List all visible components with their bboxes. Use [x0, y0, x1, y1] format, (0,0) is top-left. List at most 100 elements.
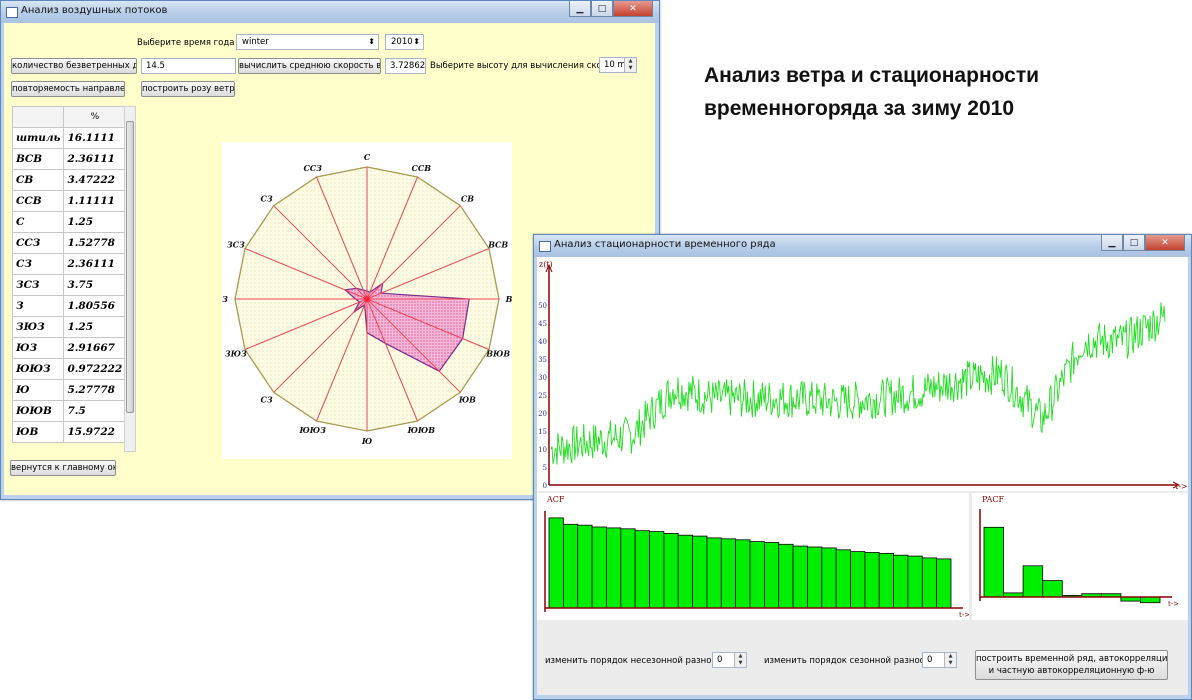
table-row[interactable]: ЮЮЗ 0.972222: [11, 358, 127, 380]
direction-cell: СЗ: [11, 253, 65, 275]
wind-rose-button[interactable]: построить розу ветров: [141, 81, 235, 97]
acf-bar: [936, 558, 952, 609]
table-row[interactable]: ЮВ 15.9722: [11, 421, 127, 443]
rose-direction-label: СВ: [461, 194, 474, 204]
direction-cell: ЮВ: [11, 421, 65, 443]
height-spinbox[interactable]: 10 m ▲ ▼: [599, 57, 637, 73]
percent-cell[interactable]: 2.36111: [63, 148, 127, 170]
season-select-value: winter: [242, 37, 269, 47]
percent-cell[interactable]: 7.5: [63, 400, 127, 422]
seasonal-diff-spinbox[interactable]: 0 ▲ ▼: [922, 652, 957, 668]
rose-direction-label: ЮЮВ: [407, 425, 436, 435]
rose-direction-label: ЮЮЗ: [299, 425, 327, 435]
rose-direction-label: СЗ: [261, 394, 273, 404]
acf-bar: [850, 551, 866, 609]
window-titlebar[interactable]: Анализ воздушных потоков ▁ □ ✕: [1, 1, 659, 23]
direction-cell: ЗСЗ: [11, 274, 65, 296]
close-icon[interactable]: ✕: [613, 1, 653, 17]
close-icon[interactable]: ✕: [1145, 235, 1185, 251]
rose-direction-label: С: [364, 152, 371, 162]
direction-cell: З: [11, 295, 65, 317]
rose-center: [364, 296, 370, 302]
maximize-icon[interactable]: □: [1123, 235, 1145, 251]
window-titlebar[interactable]: Анализ стационарности временного ряда ▁ …: [534, 235, 1191, 257]
stationarity-client: z(t) t-> 0 5 10 15 20 25 30 35 40 45 50 ACF t-> PACF t…: [537, 257, 1188, 695]
direction-cell: ССВ: [11, 190, 65, 212]
maximize-icon[interactable]: □: [591, 1, 613, 17]
scrollbar-thumb[interactable]: [126, 121, 134, 413]
rose-direction-label: ВЮВ: [485, 348, 510, 358]
ts-y-tick-label: 25: [538, 392, 547, 400]
rose-direction-label: Ю: [361, 436, 372, 446]
build-series-button[interactable]: построить временной ряд, автокорреляцион…: [975, 650, 1168, 680]
rose-direction-label: З: [222, 294, 228, 304]
table-row[interactable]: ВСВ 2.36111: [11, 148, 127, 170]
acf-bar: [591, 526, 607, 609]
table-row[interactable]: ЗЮЗ 1.25: [11, 316, 127, 338]
acf-bar: [634, 530, 650, 609]
table-row[interactable]: Ю 5.27778: [11, 379, 127, 401]
percent-cell[interactable]: 3.47222: [63, 169, 127, 191]
calm-days-button[interactable]: количество безветренных дней: [11, 58, 137, 74]
direction-frequency-button[interactable]: повторяемость направлений: [11, 81, 125, 97]
percent-cell[interactable]: 2.36111: [63, 253, 127, 275]
direction-cell: ССЗ: [11, 232, 65, 254]
table-row[interactable]: ССВ 1.11111: [11, 190, 127, 212]
percent-cell[interactable]: 1.25: [63, 316, 127, 338]
table-row[interactable]: ЗСЗ 3.75: [11, 274, 127, 296]
rose-direction-label: ЗСЗ: [227, 240, 245, 250]
table-scrollbar[interactable]: [124, 106, 136, 452]
table-row[interactable]: З 1.80556: [11, 295, 127, 317]
window-title: Анализ воздушных потоков: [21, 5, 168, 16]
avg-speed-button[interactable]: вычислить среднюю скорость ветра: [238, 58, 381, 74]
table-row[interactable]: СЗ 2.36111: [11, 253, 127, 275]
acf-bar: [720, 538, 737, 609]
spin-arrows-icon[interactable]: ▲ ▼: [734, 653, 746, 667]
percent-cell[interactable]: 5.27778: [63, 379, 127, 401]
direction-cell: ЗЮЗ: [11, 316, 65, 338]
ts-y-label: z(t): [539, 260, 553, 269]
ts-y-tick-label: 45: [538, 320, 547, 328]
acf-bar: [763, 542, 780, 609]
percent-cell[interactable]: 1.80556: [63, 295, 127, 317]
page-heading-line1: Анализ ветра и стационарности: [704, 64, 1040, 87]
percent-column-header: %: [63, 106, 127, 128]
percent-cell[interactable]: 2.91667: [63, 337, 127, 359]
acf-bar: [778, 543, 794, 609]
percent-cell[interactable]: 1.25: [63, 211, 127, 233]
season-select[interactable]: winter ⬍: [236, 34, 379, 50]
percent-cell[interactable]: 1.52778: [63, 232, 127, 254]
table-row[interactable]: ЮЮВ 7.5: [11, 400, 127, 422]
page-heading: Анализ ветра и стационарности временного…: [704, 59, 1039, 125]
back-to-main-button[interactable]: вернутся к главному окну: [10, 460, 116, 476]
percent-cell[interactable]: 16.1111: [63, 127, 127, 149]
nonseasonal-diff-value: 0: [717, 655, 723, 665]
avg-speed-field[interactable]: 3.72862: [385, 58, 426, 74]
direction-cell: ВСВ: [11, 148, 65, 170]
spin-arrows-icon[interactable]: ▲ ▼: [624, 58, 636, 72]
seasonal-diff-label: изменить порядок сезонной разности: [764, 656, 935, 666]
minimize-icon[interactable]: ▁: [1101, 235, 1123, 251]
table-row[interactable]: ЮЗ 2.91667: [11, 337, 127, 359]
table-header-row: %: [11, 106, 127, 128]
build-series-button-line2: и частную автокорреляционную ф-ю: [988, 666, 1155, 676]
app-icon: [539, 241, 551, 252]
nonseasonal-diff-spinbox[interactable]: 0 ▲ ▼: [712, 652, 747, 668]
percent-cell[interactable]: 15.9722: [63, 421, 127, 443]
acf-bar: [548, 517, 564, 609]
year-select-value: 2010: [391, 37, 413, 47]
table-row[interactable]: ССЗ 1.52778: [11, 232, 127, 254]
rose-direction-label: ССВ: [412, 163, 432, 173]
year-select[interactable]: 2010 ⬍: [385, 34, 424, 50]
ts-y-tick-label: 15: [538, 428, 547, 436]
spin-arrows-icon[interactable]: ▲ ▼: [944, 653, 956, 667]
table-row[interactable]: штиль 16.1111: [11, 127, 127, 149]
percent-cell[interactable]: 0.972222: [63, 358, 127, 380]
calm-days-field[interactable]: 14.5: [141, 58, 236, 74]
table-row[interactable]: СВ 3.47222: [11, 169, 127, 191]
percent-cell[interactable]: 1.11111: [63, 190, 127, 212]
acf-bar: [792, 545, 808, 609]
minimize-icon[interactable]: ▁: [569, 1, 591, 17]
table-row[interactable]: С 1.25: [11, 211, 127, 233]
percent-cell[interactable]: 3.75: [63, 274, 127, 296]
